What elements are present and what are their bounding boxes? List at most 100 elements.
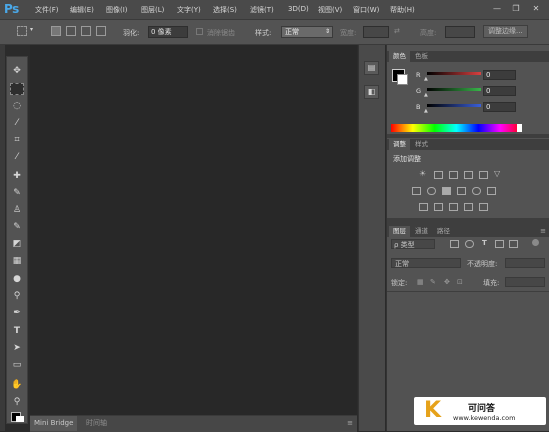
tab-timeline[interactable]: 时间轴: [82, 416, 111, 431]
quick-select-icon[interactable]: ⁄: [10, 117, 24, 129]
invert-icon[interactable]: [419, 203, 428, 211]
menu-type[interactable]: 文字(Y): [177, 5, 201, 15]
height-input[interactable]: [445, 26, 475, 38]
layers-list[interactable]: [387, 292, 549, 410]
tab-channels[interactable]: 通道: [411, 226, 432, 237]
color-spectrum-ramp[interactable]: [391, 124, 522, 132]
subtract-selection-icon[interactable]: [81, 26, 91, 36]
menu-3d[interactable]: 3D(D): [288, 5, 309, 13]
intersect-selection-icon[interactable]: [96, 26, 106, 36]
channel-b-slider[interactable]: [427, 104, 481, 107]
width-input[interactable]: [363, 26, 389, 38]
lock-image-icon[interactable]: ✎: [430, 278, 436, 286]
ramp-white-swatch[interactable]: [517, 124, 522, 132]
tab-color[interactable]: 颜色: [389, 51, 410, 62]
slider-g-thumb[interactable]: ▲: [424, 92, 428, 98]
panel-menu-icon[interactable]: ≡: [347, 419, 353, 427]
gradient-triangle-icon[interactable]: ▽: [494, 169, 500, 178]
dodge-icon[interactable]: ⚲: [10, 290, 24, 302]
gradient-icon[interactable]: ▦: [10, 255, 24, 267]
levels-icon[interactable]: [434, 171, 443, 179]
close-icon[interactable]: ✕: [531, 4, 541, 14]
fill-input[interactable]: [505, 277, 545, 287]
color-balance-icon[interactable]: [427, 187, 436, 195]
channel-r-slider[interactable]: [427, 72, 481, 75]
eyedropper-icon[interactable]: ⁄: [10, 151, 24, 163]
brightness-contrast-icon[interactable]: ☀: [419, 169, 426, 178]
restore-icon[interactable]: ❐: [511, 4, 521, 14]
feather-input[interactable]: 0 像素: [148, 26, 188, 38]
channel-g-slider[interactable]: [427, 88, 481, 91]
menu-file[interactable]: 文件(F): [35, 5, 59, 15]
slider-r-thumb[interactable]: ▲: [424, 76, 428, 82]
lasso-icon[interactable]: ◌: [10, 100, 24, 112]
filter-type-icon[interactable]: T: [482, 239, 487, 247]
filter-toggle-icon[interactable]: [532, 239, 539, 246]
vibrance-icon[interactable]: [479, 171, 488, 179]
menu-window[interactable]: 窗口(W): [353, 5, 379, 15]
channel-g-value[interactable]: 0: [483, 86, 516, 96]
crop-icon[interactable]: ⌗: [10, 134, 24, 146]
brush-icon[interactable]: ✎: [10, 187, 24, 199]
add-selection-icon[interactable]: [66, 26, 76, 36]
black-white-icon[interactable]: [442, 187, 451, 195]
menu-select[interactable]: 选择(S): [213, 5, 237, 15]
filter-smart-object-icon[interactable]: [509, 240, 518, 248]
photo-filter-icon[interactable]: [457, 187, 466, 195]
lock-transparent-icon[interactable]: ▦: [417, 278, 424, 286]
channel-b-value[interactable]: 0: [483, 102, 516, 112]
tab-paths[interactable]: 路径: [433, 226, 454, 237]
color-background-swatch[interactable]: [397, 74, 408, 85]
tool-preset-icon[interactable]: [17, 26, 27, 36]
rect-marquee-icon[interactable]: [10, 83, 24, 95]
properties-panel-icon[interactable]: ◧: [364, 85, 379, 99]
antialias-checkbox[interactable]: [196, 28, 203, 35]
menu-image[interactable]: 图像(I): [106, 5, 128, 15]
menu-layer[interactable]: 图层(L): [141, 5, 164, 15]
selective-color-icon[interactable]: [479, 203, 488, 211]
lock-all-icon[interactable]: ⊡: [457, 278, 463, 286]
lock-position-icon[interactable]: ✥: [444, 278, 450, 286]
gradient-map-icon[interactable]: [464, 203, 473, 211]
opacity-input[interactable]: [505, 258, 545, 268]
history-brush-icon[interactable]: ✎: [10, 221, 24, 233]
chevron-down-icon[interactable]: ▾: [30, 26, 33, 33]
swap-icon[interactable]: ⇄: [394, 27, 400, 35]
menu-edit[interactable]: 编辑(E): [70, 5, 94, 15]
refine-edge-button[interactable]: 调整边缘...: [483, 25, 528, 38]
zoom-icon[interactable]: ⚲: [10, 396, 24, 408]
eraser-icon[interactable]: ◩: [10, 238, 24, 250]
threshold-icon[interactable]: [449, 203, 458, 211]
panel-menu-icon[interactable]: ≡: [540, 227, 546, 235]
rectangle-shape-icon[interactable]: ▭: [10, 359, 24, 371]
pen-icon[interactable]: ✒: [10, 307, 24, 319]
clone-stamp-icon[interactable]: ♙: [10, 204, 24, 216]
history-panel-icon[interactable]: ▤: [364, 61, 379, 75]
tab-adjustments[interactable]: 调整: [389, 139, 410, 150]
channel-r-value[interactable]: 0: [483, 70, 516, 80]
channel-mixer-icon[interactable]: [472, 187, 481, 195]
menu-view[interactable]: 视图(V): [318, 5, 342, 15]
move-icon[interactable]: ✥: [10, 65, 24, 77]
posterize-icon[interactable]: [434, 203, 443, 211]
path-select-icon[interactable]: ➤: [10, 342, 24, 354]
filter-adjustment-icon[interactable]: [465, 240, 474, 248]
style-select[interactable]: 正常 ⇕: [281, 26, 333, 38]
filter-pixel-icon[interactable]: [450, 240, 459, 248]
tab-mini-bridge[interactable]: Mini Bridge: [30, 416, 78, 431]
filter-shape-icon[interactable]: [495, 240, 504, 248]
hand-icon[interactable]: ✋: [10, 379, 24, 391]
tab-swatches[interactable]: 色板: [411, 51, 432, 62]
new-selection-icon[interactable]: [51, 26, 61, 36]
background-swatch[interactable]: [16, 416, 24, 422]
slider-b-thumb[interactable]: ▲: [424, 108, 428, 114]
document-canvas-area[interactable]: [30, 45, 357, 415]
exposure-icon[interactable]: [464, 171, 473, 179]
color-lookup-icon[interactable]: [487, 187, 496, 195]
blur-icon[interactable]: ●: [10, 273, 24, 285]
minimize-icon[interactable]: —: [492, 4, 502, 14]
tab-layers[interactable]: 图层: [389, 226, 410, 237]
hue-saturation-icon[interactable]: [412, 187, 421, 195]
menu-help[interactable]: 帮助(H): [390, 5, 415, 15]
curves-icon[interactable]: [449, 171, 458, 179]
